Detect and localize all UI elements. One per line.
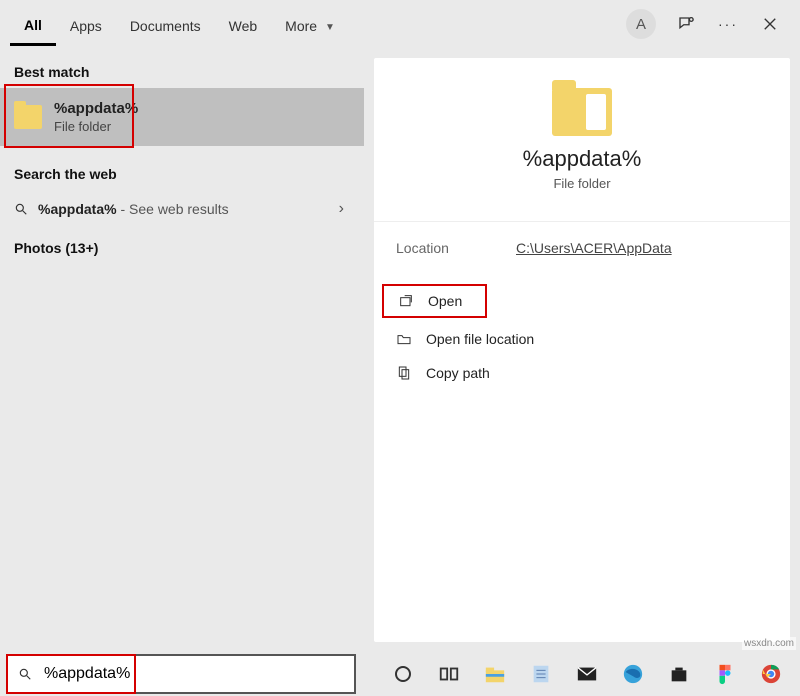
preview-subtitle: File folder (374, 176, 790, 191)
cortana-icon[interactable] (392, 663, 414, 685)
taskbar-icons (362, 663, 782, 685)
taskbar (0, 652, 800, 696)
web-suffix: - See web results (117, 201, 229, 217)
photos-label[interactable]: Photos (13+) (0, 234, 364, 264)
header-actions: A ··· (626, 9, 790, 39)
notepad-icon[interactable] (530, 663, 552, 685)
open-file-location-label: Open file location (426, 331, 534, 347)
location-label: Location (396, 240, 476, 256)
preview-pane: %appdata% File folder Location C:\Users\… (374, 58, 790, 642)
tab-more[interactable]: More ▼ (271, 4, 349, 44)
best-match-label: Best match (0, 58, 364, 88)
file-explorer-icon[interactable] (484, 663, 506, 685)
edge-icon[interactable] (622, 663, 644, 685)
tab-apps[interactable]: Apps (56, 4, 116, 44)
web-result-item[interactable]: %appdata% - See web results › (0, 190, 364, 228)
feedback-icon[interactable] (674, 12, 698, 36)
search-icon (14, 202, 28, 216)
folder-icon (14, 105, 42, 129)
folder-icon (552, 88, 612, 136)
best-match-item[interactable]: %appdata% File folder (0, 88, 364, 146)
store-icon[interactable] (668, 663, 690, 685)
avatar[interactable]: A (626, 9, 656, 39)
task-view-icon[interactable] (438, 663, 460, 685)
chevron-right-icon[interactable]: › (339, 200, 350, 218)
location-row: Location C:\Users\ACER\AppData (374, 221, 790, 274)
open-file-location-action[interactable]: Open file location (374, 322, 790, 356)
copy-path-label: Copy path (426, 365, 490, 381)
search-icon (18, 667, 32, 681)
more-options-icon[interactable]: ··· (716, 12, 740, 36)
search-web-label: Search the web (0, 160, 364, 190)
chevron-down-icon: ▼ (325, 22, 335, 33)
figma-icon[interactable] (714, 663, 736, 685)
web-query: %appdata% (38, 201, 117, 217)
folder-open-icon (396, 331, 412, 347)
preview-title: %appdata% (374, 146, 790, 172)
open-label: Open (428, 293, 462, 309)
watermark: wsxdn.com (742, 637, 796, 650)
chrome-icon[interactable] (760, 663, 782, 685)
filter-tabs: All Apps Documents Web More ▼ (10, 3, 349, 46)
best-match-subtitle: File folder (54, 119, 138, 134)
close-icon[interactable] (758, 12, 782, 36)
copy-icon (396, 365, 412, 381)
search-input[interactable] (42, 664, 344, 684)
best-match-title: %appdata% (54, 100, 138, 117)
tab-web[interactable]: Web (215, 4, 272, 44)
search-box[interactable] (6, 654, 356, 694)
copy-path-action[interactable]: Copy path (374, 356, 790, 390)
mail-icon[interactable] (576, 663, 598, 685)
search-header: All Apps Documents Web More ▼ A ··· (0, 0, 800, 48)
tab-all[interactable]: All (10, 3, 56, 46)
location-value[interactable]: C:\Users\ACER\AppData (516, 240, 672, 256)
open-action[interactable]: Open (382, 284, 487, 318)
tab-more-label: More (285, 18, 317, 34)
results-pane: Best match %appdata% File folder Search … (0, 48, 364, 652)
tab-documents[interactable]: Documents (116, 4, 215, 44)
open-icon (398, 293, 414, 309)
